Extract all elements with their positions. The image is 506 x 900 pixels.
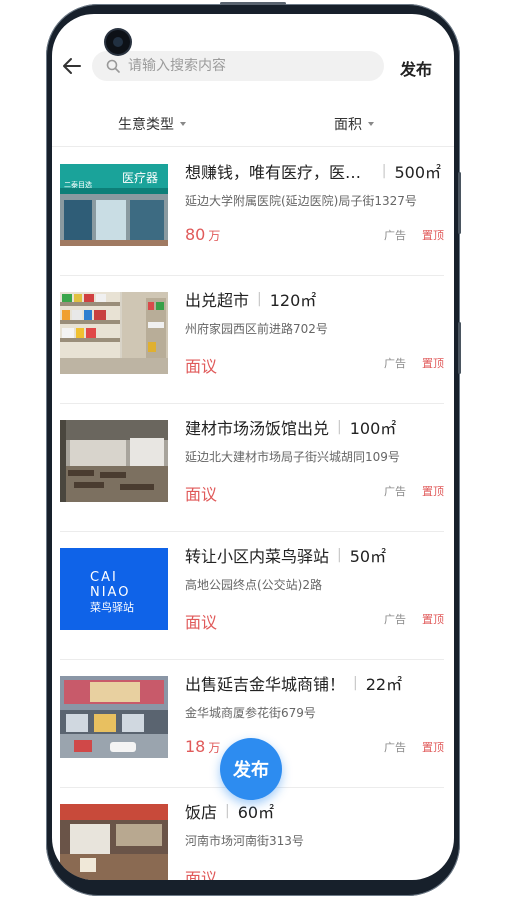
floating-publish-button[interactable]: 发布 (220, 738, 282, 800)
listing-area: 500㎡ (394, 163, 441, 182)
listing-photo-supermarket (60, 292, 168, 374)
listing-title: 出售延吉金华城商铺！ (185, 675, 346, 694)
listing-price: 面议 (185, 481, 220, 505)
price-value: 面议 (185, 613, 218, 632)
list-item[interactable]: 出兑超市 | 120㎡ 州府家园西区前进路702号 面议 广告 置顶 (60, 275, 444, 404)
title-separator: | (225, 803, 230, 819)
listing-title-row: 想赚钱，唯有医疗，医疗店铺出兑 | 500㎡ (185, 159, 441, 183)
title-separator: | (337, 547, 342, 563)
listing-title: 建材市场汤饭馆出兑 (185, 419, 330, 438)
listing-address: 延边大学附属医院(延边医院)局子街1327号 (185, 194, 417, 208)
listing-photo-cainiao-logo: CAI NIAO 菜鸟驿站 (60, 548, 168, 630)
listing-photo-shopfront (60, 676, 168, 758)
filter-bar: 生意类型 面积 (52, 106, 454, 147)
listing-photo-kitchen (60, 804, 168, 880)
search-input[interactable] (126, 57, 370, 75)
listing-price: 面议 (185, 609, 220, 633)
listing-price: 80 万 (185, 225, 220, 244)
listing-price: 面议 (185, 353, 220, 377)
listing-title-row: 饭店 | 60㎡ (185, 799, 441, 823)
caret-down-icon (368, 122, 374, 126)
listing-title-row: 出售延吉金华城商铺！ | 22㎡ (185, 671, 441, 695)
pinned-tag: 置顶 (422, 357, 444, 370)
listing-area: 120㎡ (269, 291, 317, 310)
pinned-tag: 置顶 (422, 229, 444, 242)
cainiao-en-line1: CAI (90, 570, 118, 585)
filter-business-type[interactable]: 生意类型 (118, 114, 186, 134)
listing-photo-clinic: 医疗器 二泰目选 (60, 164, 168, 246)
price-value: 面议 (185, 357, 218, 376)
listing-price: 面议 (185, 865, 220, 880)
volume-button (458, 172, 461, 234)
listing-title-row: 出兑超市 | 120㎡ (185, 287, 441, 311)
publish-button[interactable]: 发布 (400, 56, 432, 80)
clinic-sign-text: 医疗器 (122, 171, 158, 185)
list-item[interactable]: 建材市场汤饭馆出兑 | 100㎡ 延边北大建材市场局子街兴城胡同109号 面议 … (60, 403, 444, 532)
phone-top-edge (220, 2, 286, 5)
ad-tag: 广告 (384, 229, 406, 242)
filter-area-label: 面积 (334, 117, 362, 133)
clinic-sub-text: 二泰目选 (64, 180, 92, 189)
listing-address: 延边北大建材市场局子街兴城胡同109号 (185, 450, 400, 464)
front-camera (106, 30, 130, 54)
list-item[interactable]: CAI NIAO 菜鸟驿站 转让小区内菜鸟驿站 | 50㎡ 高地公园终点(公交站… (60, 531, 444, 660)
cainiao-en-line2: NIAO (90, 585, 130, 600)
price-unit: 万 (208, 741, 221, 755)
caret-down-icon (180, 122, 186, 126)
list-item[interactable]: 饭店 | 60㎡ 河南市场河南街313号 面议 (60, 787, 444, 880)
search-bar[interactable] (92, 51, 384, 81)
ad-tag: 广告 (384, 357, 406, 370)
ad-tag: 广告 (384, 613, 406, 626)
title-separator: | (257, 291, 262, 307)
search-icon (106, 59, 120, 73)
listing-address: 金华城商厦参花街679号 (185, 706, 316, 720)
title-separator: | (353, 675, 358, 691)
back-arrow-icon[interactable] (60, 54, 84, 78)
title-separator: | (381, 163, 387, 179)
price-value: 18 (185, 737, 206, 756)
filter-area[interactable]: 面积 (334, 114, 374, 134)
top-bar: 发布 (52, 14, 454, 110)
price-unit: 万 (208, 229, 221, 243)
listing-title-row: 转让小区内菜鸟驿站 | 50㎡ (185, 543, 441, 567)
pinned-tag: 置顶 (422, 485, 444, 498)
listing-title: 想赚钱，唯有医疗，医疗店铺出兑 (185, 163, 374, 182)
title-separator: | (337, 419, 342, 435)
pinned-tag: 置顶 (422, 613, 444, 626)
ad-tag: 广告 (384, 741, 406, 754)
price-value: 80 (185, 225, 206, 244)
app-screen: 发布 生意类型 面积 医疗器 二泰目选 (52, 14, 454, 880)
listing-title: 转让小区内菜鸟驿站 (185, 547, 330, 566)
listing-area: 22㎡ (365, 675, 403, 694)
listing-photo-restaurant (60, 420, 168, 502)
listing-price: 18 万 (185, 737, 220, 756)
price-value: 面议 (185, 485, 218, 504)
filter-business-type-label: 生意类型 (118, 117, 174, 133)
listing-address: 州府家园西区前进路702号 (185, 322, 328, 336)
listing-title: 饭店 (185, 803, 218, 822)
listing-title: 出兑超市 (185, 291, 250, 310)
listing-title-row: 建材市场汤饭馆出兑 | 100㎡ (185, 415, 441, 439)
listing-area: 50㎡ (349, 547, 387, 566)
listing-address: 高地公园终点(公交站)2路 (185, 578, 322, 592)
listing-area: 100㎡ (349, 419, 397, 438)
pinned-tag: 置顶 (422, 741, 444, 754)
listing-address: 河南市场河南街313号 (185, 834, 304, 848)
price-value: 面议 (185, 869, 218, 880)
power-button (458, 322, 461, 374)
ad-tag: 广告 (384, 485, 406, 498)
list-item[interactable]: 医疗器 二泰目选 想赚钱，唯有医疗，医疗店铺出兑 | 500㎡ 延边大学附属医院… (60, 147, 444, 276)
listing-area: 60㎡ (237, 803, 275, 822)
cainiao-cn-text: 菜鸟驿站 (90, 600, 134, 614)
